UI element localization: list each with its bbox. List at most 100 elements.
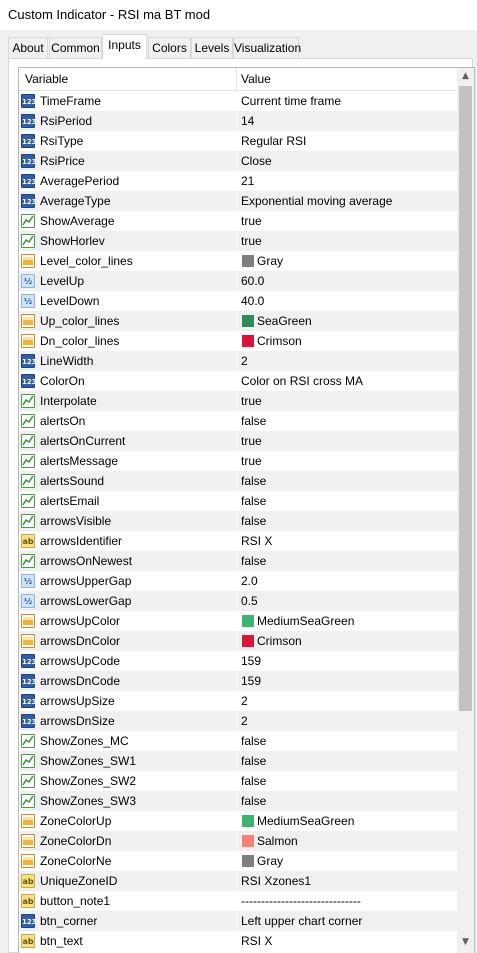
grid-row[interactable]: 123 arrowsDnCode 159	[19, 671, 457, 691]
scroll-up-arrow-icon[interactable]: ▲	[457, 68, 474, 85]
grid-row[interactable]: ½ LevelDown 40.0	[19, 291, 457, 311]
grid-row[interactable]: Level_color_lines Gray	[19, 251, 457, 271]
column-header-value[interactable]: Value	[241, 72, 271, 86]
variable-value[interactable]: 159	[241, 654, 261, 668]
variable-value[interactable]: true	[241, 394, 262, 408]
variable-value[interactable]: Salmon	[257, 834, 298, 848]
tab-about[interactable]: About	[8, 37, 48, 58]
grid-row[interactable]: Interpolate true	[19, 391, 457, 411]
variable-value[interactable]: Crimson	[257, 334, 302, 348]
grid-row[interactable]: arrowsUpColor MediumSeaGreen	[19, 611, 457, 631]
variable-value[interactable]: Color on RSI cross MA	[241, 374, 363, 388]
tab-colors[interactable]: Colors	[148, 37, 191, 58]
grid-row[interactable]: 123 RsiPeriod 14	[19, 111, 457, 131]
grid-row[interactable]: 123 LineWidth 2	[19, 351, 457, 371]
variable-value[interactable]: Close	[241, 154, 272, 168]
variable-value[interactable]: MediumSeaGreen	[257, 614, 354, 628]
grid-row[interactable]: 123 arrowsUpCode 159	[19, 651, 457, 671]
grid-row[interactable]: ShowZones_MC false	[19, 731, 457, 751]
grid-row[interactable]: alertsSound false	[19, 471, 457, 491]
variable-name: AveragePeriod	[40, 174, 120, 188]
variable-value[interactable]: false	[241, 494, 266, 508]
grid-row[interactable]: Up_color_lines SeaGreen	[19, 311, 457, 331]
grid-row[interactable]: ab UniqueZoneID RSI Xzones1	[19, 871, 457, 891]
variable-value[interactable]: false	[241, 754, 266, 768]
grid-row[interactable]: 123 TimeFrame Current time frame	[19, 91, 457, 111]
grid-row[interactable]: 123 AveragePeriod 21	[19, 171, 457, 191]
scroll-thumb[interactable]	[459, 86, 472, 711]
variable-value[interactable]: 2	[241, 694, 248, 708]
variable-name: ShowZones_SW1	[40, 754, 137, 768]
variable-value[interactable]: false	[241, 554, 266, 568]
variable-value[interactable]: Current time frame	[241, 94, 341, 108]
variable-value[interactable]: 2.0	[241, 574, 258, 588]
tab-visualization[interactable]: Visualization	[233, 37, 301, 58]
variable-value[interactable]: false	[241, 414, 266, 428]
variable-value[interactable]: true	[241, 454, 262, 468]
grid-row[interactable]: 123 RsiPrice Close	[19, 151, 457, 171]
variable-value[interactable]: Crimson	[257, 634, 302, 648]
variable-value[interactable]: false	[241, 794, 266, 808]
grid-row[interactable]: 123 btn_corner Left upper chart corner	[19, 911, 457, 931]
variable-value[interactable]: true	[241, 214, 262, 228]
variable-value[interactable]: Gray	[257, 854, 283, 868]
tab-levels[interactable]: Levels	[191, 37, 233, 58]
grid-row[interactable]: ZoneColorNe Gray	[19, 851, 457, 871]
grid-row[interactable]: ShowZones_SW2 false	[19, 771, 457, 791]
variable-value[interactable]: 159	[241, 674, 261, 688]
variable-value[interactable]: Gray	[257, 254, 283, 268]
variable-value[interactable]: 21	[241, 174, 254, 188]
grid-row[interactable]: 123 ColorOn Color on RSI cross MA	[19, 371, 457, 391]
variable-value[interactable]: 2	[241, 714, 248, 728]
tab-common[interactable]: Common	[49, 37, 102, 58]
scroll-down-arrow-icon[interactable]: ▼	[457, 934, 474, 951]
grid-row[interactable]: alertsEmail false	[19, 491, 457, 511]
variable-value[interactable]: false	[241, 734, 266, 748]
variable-value[interactable]: 14	[241, 114, 254, 128]
grid-row[interactable]: ZoneColorUp MediumSeaGreen	[19, 811, 457, 831]
variable-value[interactable]: false	[241, 474, 266, 488]
variable-value[interactable]: RSI X	[241, 934, 272, 948]
variable-value[interactable]: true	[241, 234, 262, 248]
variable-value[interactable]: ------------------------------	[241, 894, 361, 908]
grid-row[interactable]: Dn_color_lines Crimson	[19, 331, 457, 351]
grid-row[interactable]: ShowAverage true	[19, 211, 457, 231]
grid-row[interactable]: 123 arrowsUpSize 2	[19, 691, 457, 711]
grid-row[interactable]: ab button_note1 --------------------------…	[19, 891, 457, 911]
variable-value[interactable]: 2	[241, 354, 248, 368]
variable-value[interactable]: false	[241, 774, 266, 788]
variable-value[interactable]: RSI X	[241, 534, 272, 548]
grid-row[interactable]: ShowHorlev true	[19, 231, 457, 251]
variable-value[interactable]: SeaGreen	[257, 314, 312, 328]
grid-row[interactable]: 123 AverageType Exponential moving average	[19, 191, 457, 211]
variable-value[interactable]: 40.0	[241, 294, 264, 308]
grid-row[interactable]: 123 arrowsDnSize 2	[19, 711, 457, 731]
variable-value[interactable]: true	[241, 434, 262, 448]
variable-value[interactable]: Left upper chart corner	[241, 914, 362, 928]
grid-row[interactable]: arrowsVisible false	[19, 511, 457, 531]
column-header-variable[interactable]: Variable	[25, 72, 68, 86]
grid-row[interactable]: alertsMessage true	[19, 451, 457, 471]
grid-row[interactable]: ShowZones_SW1 false	[19, 751, 457, 771]
grid-row[interactable]: alertsOnCurrent true	[19, 431, 457, 451]
variable-value[interactable]: MediumSeaGreen	[257, 814, 354, 828]
grid-row[interactable]: ab arrowsIdentifier RSI X	[19, 531, 457, 551]
variable-value[interactable]: RSI Xzones1	[241, 874, 311, 888]
grid-row[interactable]: ½ arrowsLowerGap 0.5	[19, 591, 457, 611]
grid-row[interactable]: ab btn_text RSI X	[19, 931, 457, 951]
variable-value[interactable]: Exponential moving average	[241, 194, 392, 208]
grid-row[interactable]: 123 RsiType Regular RSI	[19, 131, 457, 151]
variable-value[interactable]: 0.5	[241, 594, 258, 608]
grid-row[interactable]: arrowsDnColor Crimson	[19, 631, 457, 651]
grid-row[interactable]: arrowsOnNewest false	[19, 551, 457, 571]
vertical-scrollbar[interactable]: ▲ ▼	[457, 68, 474, 953]
grid-row[interactable]: ZoneColorDn Salmon	[19, 831, 457, 851]
variable-value[interactable]: 60.0	[241, 274, 264, 288]
grid-row[interactable]: ShowZones_SW3 false	[19, 791, 457, 811]
variable-value[interactable]: Regular RSI	[241, 134, 306, 148]
grid-row[interactable]: ½ arrowsUpperGap 2.0	[19, 571, 457, 591]
tab-inputs[interactable]: Inputs	[102, 34, 147, 59]
grid-row[interactable]: ½ LevelUp 60.0	[19, 271, 457, 291]
variable-value[interactable]: false	[241, 514, 266, 528]
grid-row[interactable]: alertsOn false	[19, 411, 457, 431]
